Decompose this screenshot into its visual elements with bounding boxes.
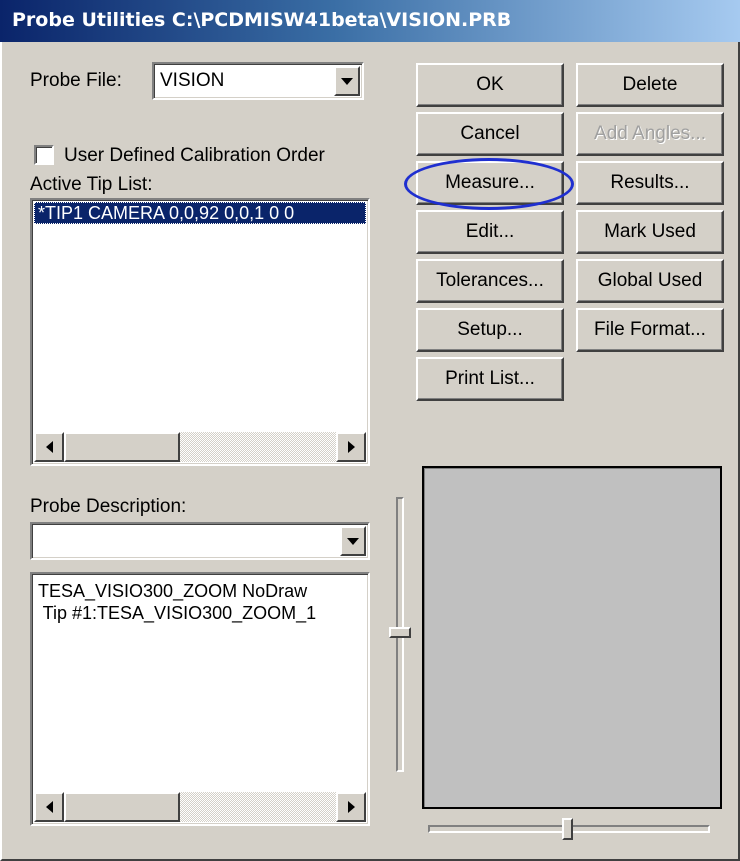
scroll-right-button[interactable]: [336, 792, 366, 822]
probe-description-label: Probe Description:: [30, 496, 187, 517]
scroll-right-button[interactable]: [336, 432, 366, 462]
active-tip-list-label: Active Tip List:: [30, 174, 153, 195]
title-bar[interactable]: Probe Utilities C:\PCDMISW41beta\VISION.…: [0, 0, 740, 42]
vertical-slider-thumb[interactable]: [389, 627, 411, 638]
window-title: Probe Utilities C:\PCDMISW41beta\VISION.…: [12, 9, 512, 31]
probe-file-combobox[interactable]: VISION: [152, 62, 364, 100]
user-defined-calibration-checkbox[interactable]: [34, 145, 54, 165]
chevron-down-icon: [347, 537, 359, 545]
scroll-thumb[interactable]: [64, 792, 180, 822]
probe-file-dropdown-button[interactable]: [334, 66, 360, 96]
arrow-right-icon: [347, 801, 355, 813]
active-tip-listbox[interactable]: *TIP1 CAMERA 0,0,92 0,0,1 0 0: [30, 198, 370, 466]
ok-button[interactable]: OK: [416, 63, 564, 107]
global-used-button[interactable]: Global Used: [576, 259, 724, 303]
chevron-down-icon: [341, 77, 353, 85]
results-button[interactable]: Results...: [576, 161, 724, 205]
arrow-left-icon: [45, 801, 53, 813]
probe-description-listbox[interactable]: TESA_VISIO300_ZOOM NoDraw Tip #1:TESA_VI…: [30, 572, 370, 826]
mark-used-button[interactable]: Mark Used: [576, 210, 724, 254]
delete-button[interactable]: Delete: [576, 63, 724, 107]
file-format-button[interactable]: File Format...: [576, 308, 724, 352]
print-list-button[interactable]: Print List...: [416, 357, 564, 401]
setup-button[interactable]: Setup...: [416, 308, 564, 352]
probe-description-combobox[interactable]: [30, 522, 370, 560]
arrow-left-icon: [45, 441, 53, 453]
arrow-right-icon: [347, 441, 355, 453]
user-defined-calibration-label: User Defined Calibration Order: [64, 145, 325, 166]
add-angles-button[interactable]: Add Angles...: [576, 112, 724, 156]
scroll-left-button[interactable]: [34, 792, 64, 822]
description-horizontal-scrollbar[interactable]: [34, 792, 366, 822]
scroll-thumb[interactable]: [64, 432, 180, 462]
probe-file-label: Probe File:: [30, 70, 122, 91]
edit-button[interactable]: Edit...: [416, 210, 564, 254]
list-item[interactable]: *TIP1 CAMERA 0,0,92 0,0,1 0 0: [34, 202, 366, 224]
tolerances-button[interactable]: Tolerances...: [416, 259, 564, 303]
tip-list-horizontal-scrollbar[interactable]: [34, 432, 366, 462]
description-line: Tip #1:TESA_VISIO300_ZOOM_1: [38, 603, 317, 623]
horizontal-slider-thumb[interactable]: [562, 818, 573, 840]
cancel-button[interactable]: Cancel: [416, 112, 564, 156]
description-line: TESA_VISIO300_ZOOM NoDraw: [38, 581, 308, 601]
probe-preview-panel[interactable]: [422, 466, 722, 809]
scroll-left-button[interactable]: [34, 432, 64, 462]
measure-button[interactable]: Measure...: [416, 161, 564, 205]
probe-description-dropdown-button[interactable]: [340, 526, 366, 556]
probe-file-value: VISION: [160, 70, 225, 91]
